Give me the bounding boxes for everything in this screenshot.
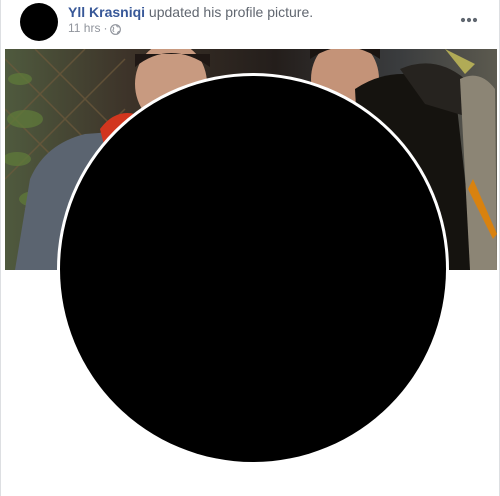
post-timestamp[interactable]: 11 hrs: [68, 20, 100, 36]
more-options-icon: [460, 10, 478, 28]
post-meta: 11 hrs ·: [68, 20, 122, 36]
profile-picture[interactable]: [60, 76, 446, 462]
post-title-line: Yll Krasniqi updated his profile picture…: [68, 3, 313, 21]
post-header: Yll Krasniqi updated his profile picture…: [1, 0, 499, 48]
author-avatar[interactable]: [20, 3, 58, 41]
post-action-text: updated his profile picture.: [148, 4, 314, 20]
globe-icon[interactable]: [110, 23, 122, 35]
profile-picture-post: Yll Krasniqi updated his profile picture…: [0, 0, 500, 496]
more-options-button[interactable]: [457, 9, 481, 29]
meta-separator: ·: [103, 21, 108, 35]
author-name-link[interactable]: Yll Krasniqi: [68, 4, 145, 20]
